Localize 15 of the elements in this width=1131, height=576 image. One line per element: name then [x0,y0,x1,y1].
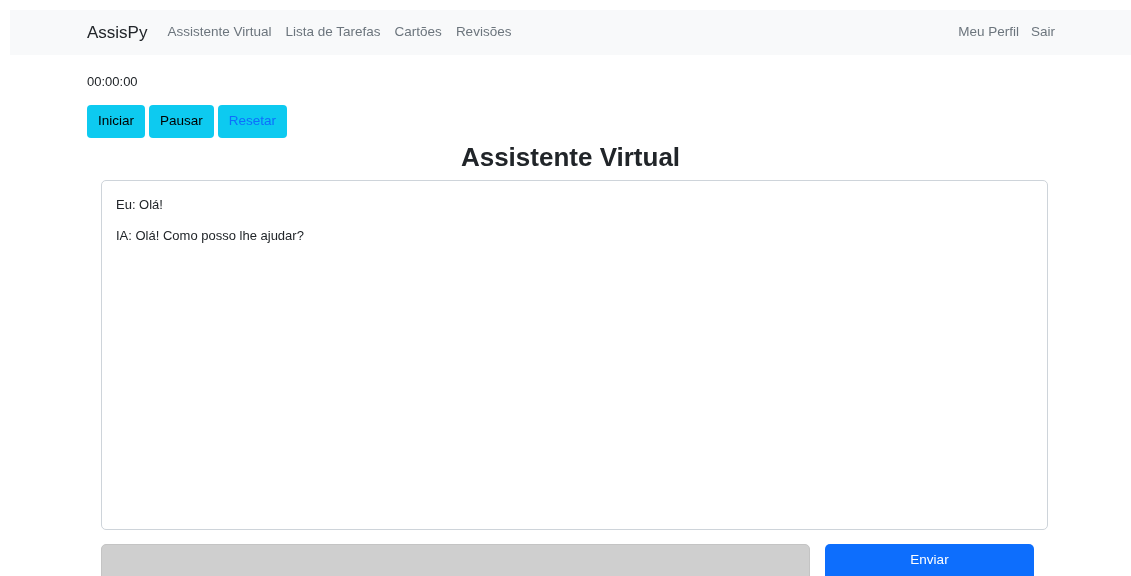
timer-button[interactable]: Pausar [149,105,214,138]
send-button[interactable]: Enviar [825,544,1034,576]
chat-message: IA: Olá! Como posso lhe ajudar? [116,228,304,244]
nav-link[interactable]: Assistente Virtual [167,22,272,43]
chat-message: Eu: Olá! [116,197,163,213]
timer-display: 00:00:00 [87,73,138,90]
nav-link[interactable]: Sair [1031,22,1055,43]
nav-link[interactable]: Meu Perfil [958,22,1019,43]
nav-link[interactable]: Cartões [394,22,442,43]
page-title: Assistente Virtual [460,141,681,174]
nav-link[interactable]: Lista de Tarefas [285,22,381,43]
message-input[interactable] [101,544,810,576]
timer-button[interactable]: Iniciar [87,105,145,138]
brand-link[interactable]: AssisPy [87,19,148,46]
nav-link[interactable]: Revisões [455,22,512,43]
